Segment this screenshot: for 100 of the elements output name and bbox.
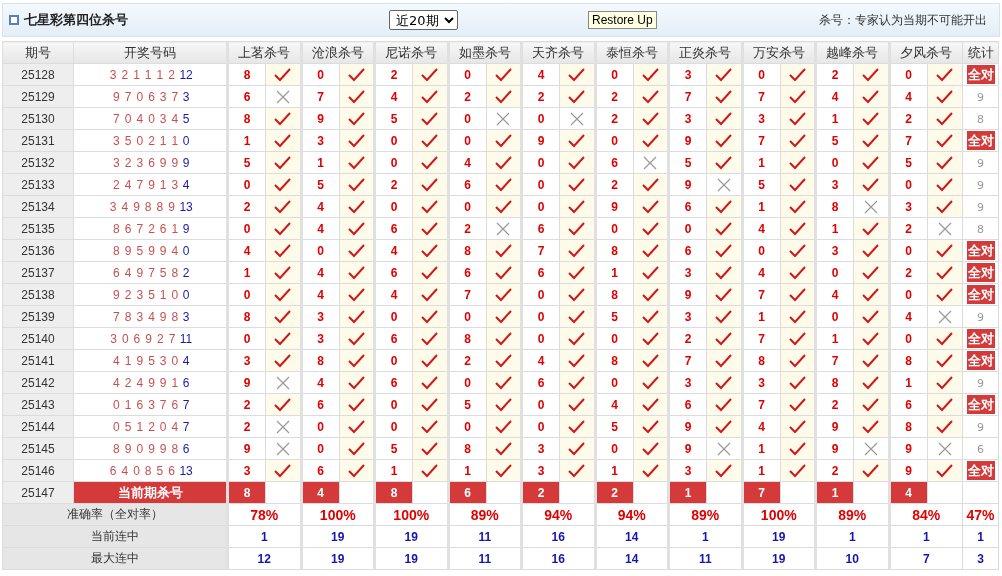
current-kill-number: 1 — [668, 481, 707, 504]
column-header: 尼诺杀号 — [374, 41, 448, 64]
period-cell: 25137 — [2, 261, 74, 284]
summary-label: 准确率（全对率） — [2, 503, 228, 526]
period-cell: 25142 — [2, 371, 74, 394]
summary-value: 10 — [815, 547, 889, 570]
current-kill-number: 1 — [815, 481, 854, 504]
period-cell: 25135 — [2, 217, 74, 240]
period-cell: 25134 — [2, 195, 74, 218]
summary-value: 16 — [521, 525, 595, 548]
all-correct-badge: 全对 — [966, 395, 995, 414]
all-correct-badge: 全对 — [966, 351, 995, 370]
summary-value: 19 — [374, 525, 448, 548]
all-correct-badge: 全对 — [966, 285, 995, 304]
current-kill-number: 4 — [889, 481, 927, 504]
column-header: 如墨杀号 — [448, 41, 522, 64]
hit-count: 9 — [977, 420, 984, 434]
page-title: 七星彩第四位杀号 — [24, 11, 129, 29]
column-header: 上茗杀号 — [227, 41, 301, 64]
period-cell: 25146 — [2, 459, 74, 482]
summary-value: 78% — [227, 503, 301, 526]
period-cell: 25138 — [2, 283, 74, 306]
summary-value: 7 — [889, 547, 963, 570]
summary-value: 19 — [742, 525, 816, 548]
period-cell: 25143 — [2, 393, 74, 416]
summary-value: 1 — [962, 525, 999, 548]
column-header: 期号 — [2, 41, 74, 64]
summary-value: 12 — [227, 547, 301, 570]
hit-count: 6 — [977, 442, 984, 456]
summary-value: 94% — [521, 503, 595, 526]
period-cell: 25144 — [2, 415, 74, 438]
column-header: 万安杀号 — [742, 41, 816, 64]
summary-value: 100% — [742, 503, 816, 526]
summary-value: 11 — [668, 547, 742, 570]
current-kill-number: 6 — [448, 481, 486, 504]
note-text: 杀号：专家认为当期不可能开出 — [819, 11, 987, 29]
current-kill-label: 当前期杀号 — [73, 481, 228, 504]
summary-label: 最大连中 — [2, 547, 228, 570]
summary-value: 19 — [301, 525, 375, 548]
summary-value: 11 — [448, 525, 522, 548]
period-range-select[interactable]: 近20期 — [389, 10, 458, 30]
hit-count: 9 — [977, 376, 984, 390]
summary-value: 19 — [742, 547, 816, 570]
column-header: 沧浪杀号 — [301, 41, 375, 64]
current-kill-number: 2 — [595, 481, 633, 504]
all-correct-badge: 全对 — [966, 329, 995, 348]
summary-value: 14 — [595, 547, 669, 570]
summary-value: 84% — [889, 503, 963, 526]
current-kill-number: 7 — [742, 481, 780, 504]
period-cell: 25131 — [2, 129, 74, 152]
all-correct-badge: 全对 — [966, 461, 995, 480]
period-cell: 25140 — [2, 327, 74, 350]
summary-value: 89% — [815, 503, 889, 526]
hit-count: 9 — [977, 200, 984, 214]
period-cell: 25136 — [2, 239, 74, 262]
all-correct-badge: 全对 — [966, 263, 995, 282]
period-cell: 25139 — [2, 305, 74, 328]
hit-count: 8 — [977, 222, 984, 236]
hit-count: 8 — [977, 112, 984, 126]
column-header: 天齐杀号 — [521, 41, 595, 64]
all-correct-badge: 全对 — [966, 131, 995, 150]
period-cell: 25133 — [2, 173, 74, 196]
column-header: 统计 — [962, 41, 999, 64]
current-kill-number: 4 — [301, 481, 339, 504]
summary-value: 11 — [448, 547, 522, 570]
column-header: 泰恒杀号 — [595, 41, 669, 64]
square-icon — [9, 15, 19, 25]
period-cell: 25141 — [2, 349, 74, 372]
period-cell: 25130 — [2, 107, 74, 130]
hit-count: 9 — [977, 178, 984, 192]
summary-label: 当前连中 — [2, 525, 228, 548]
period-cell: 25128 — [2, 63, 74, 86]
summary-value: 19 — [374, 547, 448, 570]
hit-count: 9 — [977, 90, 984, 104]
summary-value: 100% — [374, 503, 448, 526]
column-header: 开奖号码 — [73, 41, 228, 64]
summary-value: 100% — [301, 503, 375, 526]
summary-value: 1 — [227, 525, 301, 548]
summary-value: 16 — [521, 547, 595, 570]
summary-value: 1 — [668, 525, 742, 548]
current-kill-number: 8 — [374, 481, 413, 504]
summary-value: 3 — [962, 547, 999, 570]
all-correct-badge: 全对 — [966, 65, 995, 84]
restore-up-tooltip[interactable]: Restore Up — [588, 11, 657, 29]
hit-count: 9 — [977, 310, 984, 324]
summary-value: 1 — [815, 525, 889, 548]
all-correct-badge: 全对 — [966, 241, 995, 260]
summary-value: 1 — [889, 525, 963, 548]
summary-value: 94% — [595, 503, 669, 526]
column-header: 正炎杀号 — [668, 41, 742, 64]
column-header: 夕风杀号 — [889, 41, 963, 64]
summary-value: 19 — [301, 547, 375, 570]
summary-value: 47% — [962, 503, 999, 526]
current-kill-number: 8 — [227, 481, 266, 504]
period-cell: 25129 — [2, 85, 74, 108]
summary-value: 14 — [595, 525, 669, 548]
summary-value: 89% — [668, 503, 742, 526]
hit-count: 9 — [977, 156, 984, 170]
column-header: 越峰杀号 — [815, 41, 889, 64]
period-cell: 25132 — [2, 151, 74, 174]
